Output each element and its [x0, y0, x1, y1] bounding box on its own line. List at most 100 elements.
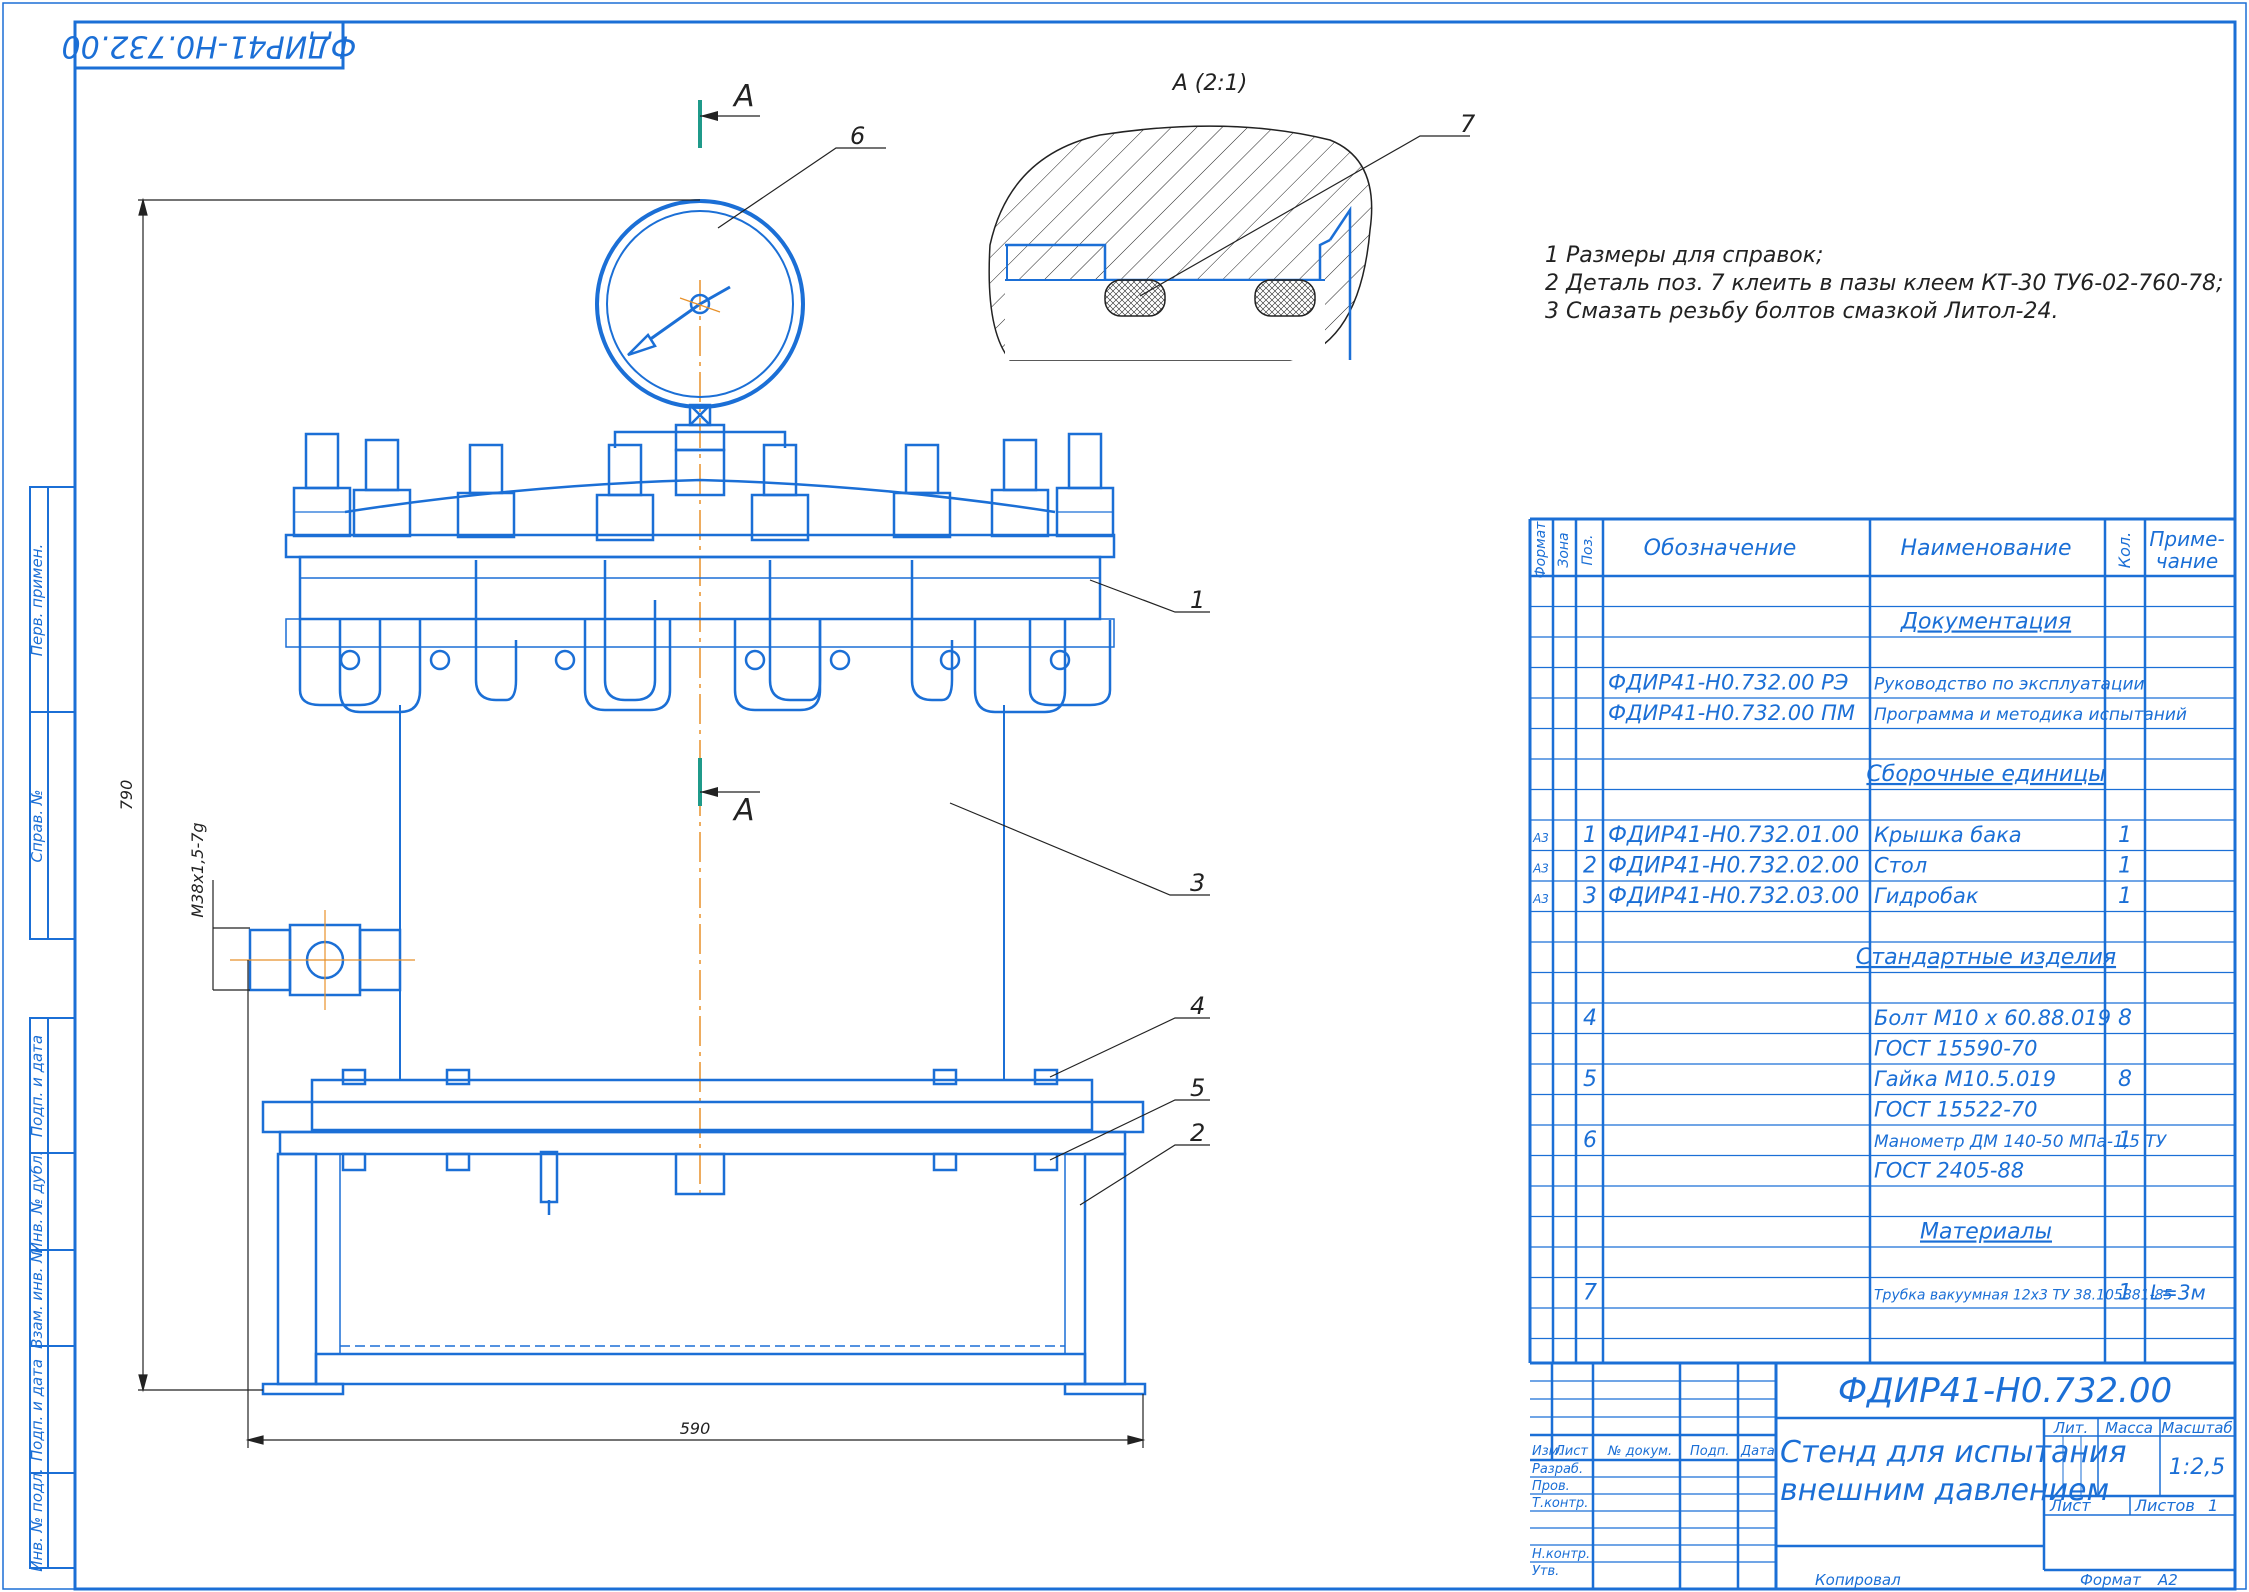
spec-cell-pos: 2	[1583, 853, 1597, 878]
callout-6: 6	[850, 122, 865, 150]
side-fitting	[230, 910, 415, 1010]
note-3: 3 Смазать резьбу болтов смазкой Литол-24…	[1545, 299, 2058, 324]
spec-cell-format: А3	[1532, 831, 1549, 845]
spec-cell-name: Программа и методика испытаний	[1874, 705, 2187, 725]
spec-cell-designation: ФДИР41-Н0.732.01.00	[1608, 823, 1859, 848]
stamp-text: ФДИР41-Н0.732.00	[62, 29, 357, 64]
title-block-text: ФДИР41-Н0.732.00 Стенд для испытания вне…	[1532, 1371, 2233, 1589]
section-callout-7: 7	[1460, 110, 1476, 138]
tb-role-tkontr: Т.контр.	[1532, 1496, 1588, 1511]
assembly-view	[230, 199, 1147, 1396]
spec-cell-pos: 6	[1583, 1128, 1597, 1153]
note-2: 2 Деталь поз. 7 клеить в пазы клеем КТ-3…	[1545, 271, 2223, 296]
tb-designation: ФДИР41-Н0.732.00	[1838, 1371, 2172, 1411]
dim-thread-label: М38х1,5-7g	[188, 822, 207, 917]
strip-label-sprav: Справ. №	[28, 790, 46, 863]
spec-cell-heading: Сборочные единицы	[1866, 762, 2105, 787]
spec-cell-qty: 8	[2118, 1006, 2132, 1031]
spec-cell-designation: ФДИР41-Н0.732.00 РЭ	[1608, 670, 1849, 694]
section-mark-mid: А	[732, 793, 755, 828]
spec-header-note: Приме-чание	[2149, 527, 2224, 573]
tb-lit-label: Лит.	[2053, 1419, 2089, 1437]
spec-cell-name: Гайка М10.5.019	[1874, 1067, 2056, 1091]
spec-header-designation: Обозначение	[1644, 536, 1797, 561]
spec-cell-designation: ФДИР41-Н0.732.02.00	[1608, 853, 1859, 878]
spec-cell-name: Болт М10 х 60.88.019	[1874, 1006, 2111, 1030]
spec-cell-name: ГОСТ 15590-70	[1874, 1036, 2038, 1060]
section-view-a: А (2:1) 7	[988, 71, 1476, 361]
strip-label-podp1: Подп. и дата	[28, 1035, 46, 1137]
spec-cell-designation: ФДИР41-Н0.732.00 ПМ	[1608, 701, 1855, 725]
section-mark-top: А	[732, 79, 755, 114]
callout-4: 4	[1190, 992, 1205, 1020]
tb-col-doc: № докум.	[1607, 1444, 1672, 1459]
tb-sheets-count: 1	[2208, 1496, 2218, 1515]
spec-cell-name: Стол	[1874, 853, 1927, 877]
spec-header-zone: Зона	[1556, 532, 1572, 567]
tb-title-line1: Стенд для испытания	[1780, 1435, 2127, 1470]
spec-cell-name: Крышка бака	[1874, 823, 2022, 847]
dim-width-label: 590	[680, 1419, 711, 1438]
spec-header-pos: Поз.	[1580, 535, 1596, 566]
section-marks: А А	[698, 79, 760, 828]
callout-3: 3	[1190, 869, 1205, 897]
spec-cell-pos: 7	[1583, 1280, 1597, 1305]
tb-col-list: Лист	[1554, 1444, 1588, 1459]
tb-scale-value: 1:2,5	[2169, 1455, 2225, 1480]
strip-label-dubl: Инв. № дубл.	[28, 1151, 46, 1254]
strip-label-vzam: Взам. инв. №	[28, 1247, 46, 1349]
tb-role-razrab: Разраб.	[1532, 1462, 1583, 1477]
section-title: А (2:1)	[1171, 71, 1248, 96]
stamp-box: ФДИР41-Н0.732.00	[62, 20, 357, 70]
tb-col-date: Дата	[1740, 1444, 1775, 1459]
tb-sheets-label: Листов	[2134, 1496, 2195, 1515]
tb-role-utv: Утв.	[1532, 1564, 1559, 1579]
spec-header-format: Формат	[1533, 521, 1549, 579]
spec-cell-name: ГОСТ 2405-88	[1874, 1158, 2024, 1182]
spec-cell-pos: 5	[1583, 1067, 1597, 1092]
spec-cell-name: Гидробак	[1874, 884, 1979, 908]
strip-label-perv: Перв. примен.	[28, 544, 46, 657]
spec-cell-qty: 8	[2118, 1067, 2132, 1092]
spec-table	[1528, 517, 2237, 1363]
tb-mass-label: Масса	[2105, 1419, 2153, 1437]
tb-role-prov: Пров.	[1532, 1479, 1570, 1494]
dimension-labels: 790 590 М38х1,5-7g	[117, 780, 710, 1438]
tb-format-label: Формат	[2080, 1571, 2142, 1589]
tb-scale-label: Масштаб	[2161, 1419, 2232, 1437]
spec-cell-pos: 4	[1583, 1006, 1597, 1031]
drawing-sheet: ФДИР41-Н0.732.00 Перв. примен. Справ. № …	[2, 2, 2247, 1591]
spec-cell-qty: 1	[2118, 1128, 2132, 1153]
tb-format-value: А2	[2157, 1571, 2178, 1589]
callout-5: 5	[1190, 1074, 1205, 1102]
spec-cell-note: L=3м	[2150, 1280, 2206, 1304]
callout-2: 2	[1190, 1119, 1205, 1147]
spec-header-name: Наименование	[1901, 536, 2072, 561]
callout-1: 1	[1190, 586, 1205, 614]
table	[261, 1068, 1147, 1396]
spec-headers: Формат Зона Поз. Обозначение Наименовани…	[1533, 521, 2225, 579]
spec-cell-qty: 1	[2118, 823, 2132, 848]
strip-label-podp2: Подп. и дата	[28, 1359, 46, 1461]
spec-cell-pos: 1	[1583, 823, 1597, 848]
tb-sheet-label: Лист	[2049, 1496, 2091, 1515]
tb-col-podp: Подп.	[1690, 1444, 1729, 1459]
spec-cell-heading: Стандартные изделия	[1856, 945, 2116, 970]
dim-height-label: 790	[117, 780, 136, 811]
spec-header-qty: Кол.	[2115, 532, 2134, 568]
spec-cell-name: ГОСТ 15522-70	[1874, 1097, 2038, 1121]
spec-cell-heading: Документация	[1900, 609, 2071, 634]
tb-copied-label: Копировал	[1815, 1571, 1901, 1589]
spec-cell-qty: 1	[2118, 1280, 2132, 1305]
spec-cell-format: А3	[1532, 892, 1549, 906]
spec-cell-qty: 1	[2118, 853, 2132, 878]
spec-cell-name: Руководство по эксплуатации	[1874, 674, 2145, 694]
spec-cell-heading: Материалы	[1920, 1219, 2052, 1244]
spec-cell-pos: 3	[1583, 884, 1597, 909]
spec-cell-format: А3	[1532, 861, 1549, 875]
note-1: 1 Размеры для справок;	[1545, 243, 1823, 268]
technical-notes: 1 Размеры для справок; 2 Деталь поз. 7 к…	[1545, 243, 2223, 324]
spec-cell-designation: ФДИР41-Н0.732.03.00	[1608, 884, 1859, 909]
spec-cell-qty: 1	[2118, 884, 2132, 909]
strip-label-podl: Инв. № подл.	[28, 1468, 46, 1571]
